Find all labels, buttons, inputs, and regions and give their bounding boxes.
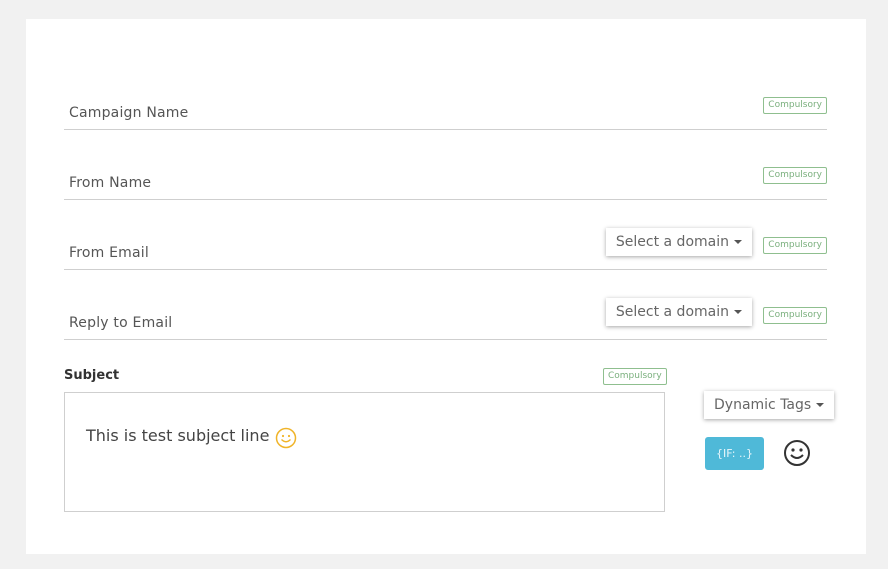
compulsory-badge: Compulsory <box>603 368 667 385</box>
compulsory-badge: Compulsory <box>763 167 827 184</box>
emoji-picker-button[interactable] <box>782 438 812 468</box>
reply-to-domain-select[interactable]: Select a domain <box>605 298 752 326</box>
subject-text-row: This is test subject line <box>86 426 297 448</box>
dynamic-tags-dropdown[interactable]: Dynamic Tags <box>704 391 835 419</box>
smiley-icon <box>275 427 297 448</box>
if-button-label: {IF: ..} <box>716 447 753 460</box>
from-name-label: From Name <box>69 175 152 191</box>
caret-down-icon <box>734 240 742 244</box>
reply-to-email-field[interactable]: Reply to Email Select a domain Compulsor… <box>64 269 827 340</box>
reply-to-email-label: Reply to Email <box>69 315 173 331</box>
from-email-field[interactable]: From Email Select a domain Compulsory <box>64 199 827 270</box>
domain-select-label: Select a domain <box>615 234 729 250</box>
caret-down-icon <box>816 403 825 407</box>
caret-down-icon <box>734 310 742 314</box>
subject-label: Subject <box>64 368 120 383</box>
subject-input[interactable]: This is test subject line <box>64 392 665 512</box>
dynamic-tags-label: Dynamic Tags <box>714 397 812 413</box>
smiley-icon <box>782 440 812 472</box>
subject-value: This is test subject line <box>86 426 270 445</box>
campaign-name-field[interactable]: Campaign Name Compulsory <box>64 59 827 130</box>
if-condition-button[interactable]: {IF: ..} <box>705 437 764 470</box>
domain-select-label: Select a domain <box>615 304 729 320</box>
from-email-label: From Email <box>69 245 149 261</box>
compulsory-badge: Compulsory <box>763 307 827 324</box>
compulsory-badge: Compulsory <box>763 237 827 254</box>
campaign-name-label: Campaign Name <box>69 105 189 121</box>
from-name-field[interactable]: From Name Compulsory <box>64 129 827 200</box>
from-email-domain-select[interactable]: Select a domain <box>605 228 752 256</box>
compulsory-badge: Compulsory <box>763 97 827 114</box>
